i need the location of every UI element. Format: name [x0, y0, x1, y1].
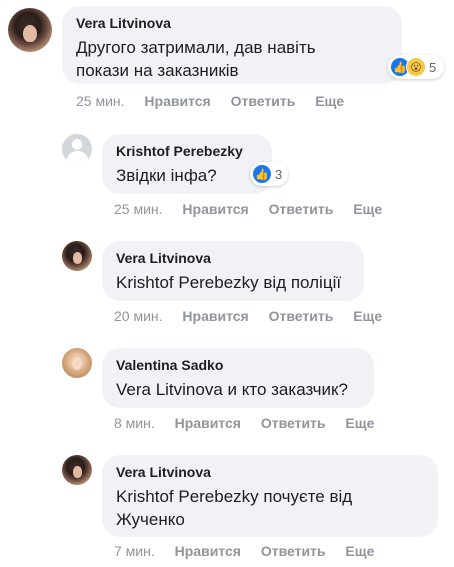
like-icon: 👍	[252, 164, 272, 184]
comment-actions: 8 мин. Нравится Ответить Еще	[114, 415, 390, 431]
avatar[interactable]	[62, 134, 92, 164]
like-button[interactable]: Нравится	[182, 308, 248, 324]
comment-time[interactable]: 25 мин.	[76, 93, 125, 109]
like-button[interactable]: Нравится	[175, 543, 241, 559]
comment-author[interactable]: Vera Litvinova	[76, 14, 388, 32]
more-button[interactable]: Еще	[345, 415, 374, 431]
comment-author[interactable]: Valentina Sadko	[116, 356, 360, 374]
avatar[interactable]	[62, 348, 92, 378]
reaction-count: 5	[429, 59, 437, 75]
comment-author[interactable]: Vera Litvinova	[116, 463, 424, 481]
comment-author[interactable]: Vera Litvinova	[116, 249, 350, 267]
reply-button[interactable]: Ответить	[269, 201, 334, 217]
comment-text: Звідки інфа?	[116, 166, 217, 185]
comment-text: Vera Litvinova и кто заказчик?	[116, 380, 348, 399]
more-button[interactable]: Еще	[345, 543, 374, 559]
reply-button[interactable]: Ответить	[231, 93, 296, 109]
comment-time[interactable]: 20 мин.	[114, 308, 163, 324]
comment-text: Krishtof Perebezky від поліції	[116, 273, 342, 292]
comment-text: Другого затримали, дав навіть покази на …	[76, 38, 316, 80]
reaction-count: 3	[275, 166, 283, 182]
wow-icon: 😮	[406, 57, 426, 77]
comment-bubble: Vera Litvinova Другого затримали, дав на…	[62, 6, 402, 84]
comment-actions: 25 мин. Нравится Ответить Еще	[76, 93, 360, 109]
more-button[interactable]: Еще	[315, 93, 344, 109]
more-button[interactable]: Еще	[353, 308, 382, 324]
more-button[interactable]: Еще	[353, 201, 382, 217]
avatar[interactable]	[62, 241, 92, 271]
comment-actions: 25 мин. Нравится Ответить Еще	[114, 201, 398, 217]
comment-text: Krishtof Perebezky почуєте від Жученко	[116, 487, 353, 529]
comment-actions: 7 мин. Нравится Ответить Еще	[114, 543, 390, 559]
comment-bubble: Vera Litvinova Krishtof Perebezky від по…	[102, 241, 364, 301]
reaction-summary[interactable]: 👍 3	[250, 162, 288, 186]
reaction-summary[interactable]: 👍 😮 5	[388, 55, 444, 79]
comment-time[interactable]: 7 мин.	[114, 543, 155, 559]
avatar[interactable]	[8, 8, 52, 52]
avatar[interactable]	[62, 455, 92, 485]
reply-button[interactable]: Ответить	[261, 415, 326, 431]
reply-button[interactable]: Ответить	[261, 543, 326, 559]
like-button[interactable]: Нравится	[182, 201, 248, 217]
comment-actions: 20 мин. Нравится Ответить Еще	[114, 308, 398, 324]
like-button[interactable]: Нравится	[144, 93, 210, 109]
comment-bubble: Vera Litvinova Krishtof Perebezky почуєт…	[102, 455, 438, 537]
comment-time[interactable]: 8 мин.	[114, 415, 155, 431]
comment-bubble: Krishtof Perebezky Звідки інфа?	[102, 134, 272, 194]
reply-button[interactable]: Ответить	[269, 308, 334, 324]
comment-time[interactable]: 25 мин.	[114, 201, 163, 217]
like-button[interactable]: Нравится	[175, 415, 241, 431]
comment-author[interactable]: Krishtof Perebezky	[116, 142, 258, 160]
comment-bubble: Valentina Sadko Vera Litvinova и кто зак…	[102, 348, 374, 408]
